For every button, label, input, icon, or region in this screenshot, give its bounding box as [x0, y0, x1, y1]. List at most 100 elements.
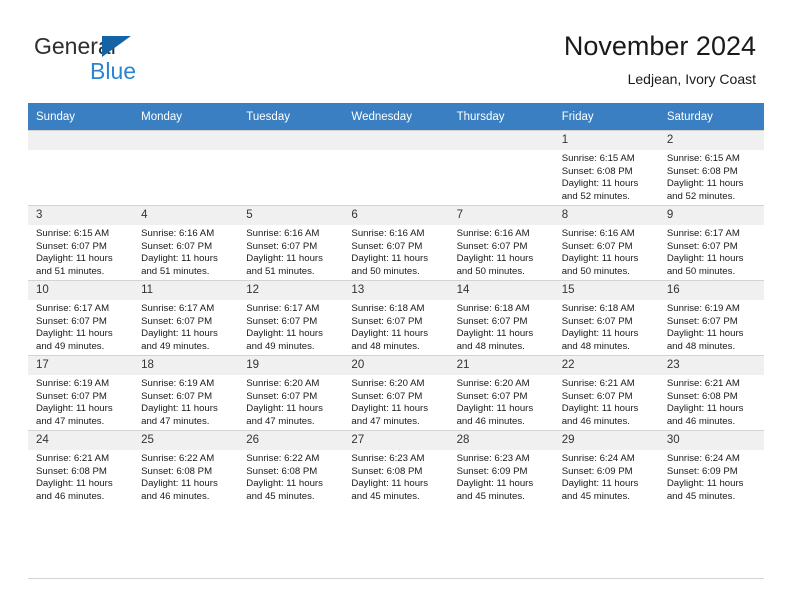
- calendar-day-cell[interactable]: 16 Sunrise: 6:19 AM Sunset: 6:07 PM Dayligh…: [658, 280, 764, 355]
- daylight-text: Daylight: 11 hours and 47 minutes.: [36, 403, 113, 427]
- calendar-day-cell[interactable]: 12 Sunrise: 6:17 AM Sunset: 6:07 PM Dayligh…: [238, 280, 344, 355]
- day-number: 6: [343, 206, 449, 225]
- brand-name-secondary: Blue: [90, 58, 137, 84]
- day-details: Sunrise: 6:16 AM Sunset: 6:07 PM Daylight:…: [554, 225, 659, 278]
- calendar-day-cell[interactable]: 8 Sunrise: 6:16 AM Sunset: 6:07 PM Daylight…: [553, 205, 659, 280]
- calendar-cell-empty: [448, 130, 554, 205]
- calendar-cell-inner: 18 Sunrise: 6:19 AM Sunset: 6:07 PM Dayligh…: [133, 355, 239, 430]
- day-details: Sunrise: 6:21 AM Sunset: 6:08 PM Daylight:…: [659, 375, 764, 428]
- sunset-text: Sunset: 6:08 PM: [666, 165, 738, 177]
- weekday-header-wednesday: Wednesday: [343, 103, 449, 130]
- day-number: 20: [343, 356, 449, 375]
- daylight-text: Daylight: 11 hours and 47 minutes.: [351, 403, 429, 427]
- sunrise-text: Sunrise: 6:24 AM: [666, 453, 740, 464]
- calendar-day-cell[interactable]: 19 Sunrise: 6:20 AM Sunset: 6:07 PM Dayligh…: [238, 355, 344, 430]
- calendar-day-cell[interactable]: 10 Sunrise: 6:17 AM Sunset: 6:07 PM Dayligh…: [28, 280, 134, 355]
- sunrise-text: Sunrise: 6:20 AM: [351, 378, 425, 389]
- brand-logo[interactable]: General Blue: [34, 34, 234, 86]
- calendar-cell-inner: 17 Sunrise: 6:19 AM Sunset: 6:07 PM Dayligh…: [28, 355, 134, 430]
- day-details: Sunrise: 6:18 AM Sunset: 6:07 PM Daylight:…: [449, 300, 554, 353]
- day-details: Sunrise: 6:18 AM Sunset: 6:07 PM Daylight:…: [554, 300, 659, 353]
- day-details: Sunrise: 6:22 AM Sunset: 6:08 PM Daylight:…: [238, 450, 343, 503]
- calendar-day-cell[interactable]: 7 Sunrise: 6:16 AM Sunset: 6:07 PM Daylight…: [448, 205, 554, 280]
- daylight-text: Daylight: 11 hours and 48 minutes.: [561, 328, 639, 352]
- calendar-day-cell[interactable]: 11 Sunrise: 6:17 AM Sunset: 6:07 PM Dayligh…: [133, 280, 239, 355]
- daylight-text: Daylight: 11 hours and 50 minutes.: [561, 253, 639, 277]
- daylight-text: Daylight: 11 hours and 52 minutes.: [666, 178, 744, 202]
- weekday-header-tuesday: Tuesday: [238, 103, 344, 130]
- calendar-day-cell[interactable]: 24 Sunrise: 6:21 AM Sunset: 6:08 PM Dayligh…: [28, 430, 134, 505]
- weekday-header-thursday: Thursday: [448, 103, 554, 130]
- calendar-cell-inner: [133, 130, 239, 205]
- sunrise-text: Sunrise: 6:21 AM: [561, 378, 635, 389]
- calendar-day-cell[interactable]: 14 Sunrise: 6:18 AM Sunset: 6:07 PM Dayligh…: [448, 280, 554, 355]
- day-number: 11: [133, 281, 239, 300]
- calendar-day-cell[interactable]: 27 Sunrise: 6:23 AM Sunset: 6:08 PM Dayligh…: [343, 430, 449, 505]
- calendar-cell-inner: [343, 130, 449, 205]
- calendar-day-cell[interactable]: 25 Sunrise: 6:22 AM Sunset: 6:08 PM Dayligh…: [133, 430, 239, 505]
- calendar-day-cell[interactable]: 6 Sunrise: 6:16 AM Sunset: 6:07 PM Daylight…: [343, 205, 449, 280]
- calendar-table: Sunday Monday Tuesday Wednesday Thursday…: [28, 103, 764, 505]
- daylight-text: Daylight: 11 hours and 45 minutes.: [666, 478, 744, 502]
- daylight-text: Daylight: 11 hours and 51 minutes.: [246, 253, 323, 277]
- sunrise-text: Sunrise: 6:18 AM: [456, 303, 530, 314]
- calendar-day-cell[interactable]: 4 Sunrise: 6:16 AM Sunset: 6:07 PM Daylight…: [133, 205, 239, 280]
- daylight-text: Daylight: 11 hours and 51 minutes.: [36, 253, 113, 277]
- day-number: 19: [238, 356, 344, 375]
- sunset-text: Sunset: 6:07 PM: [561, 390, 633, 402]
- calendar-day-cell[interactable]: 13 Sunrise: 6:18 AM Sunset: 6:07 PM Dayligh…: [343, 280, 449, 355]
- sunrise-text: Sunrise: 6:16 AM: [246, 228, 320, 239]
- daylight-text: Daylight: 11 hours and 47 minutes.: [246, 403, 323, 427]
- day-number: 8: [553, 206, 659, 225]
- calendar-day-cell[interactable]: 30 Sunrise: 6:24 AM Sunset: 6:09 PM Dayligh…: [658, 430, 764, 505]
- calendar-day-cell[interactable]: 2 Sunrise: 6:15 AM Sunset: 6:08 PM Daylight…: [658, 130, 764, 205]
- calendar-day-cell[interactable]: 20 Sunrise: 6:20 AM Sunset: 6:07 PM Dayligh…: [343, 355, 449, 430]
- sunrise-text: Sunrise: 6:16 AM: [351, 228, 425, 239]
- calendar-day-cell[interactable]: 29 Sunrise: 6:24 AM Sunset: 6:09 PM Dayligh…: [553, 430, 659, 505]
- daylight-text: Daylight: 11 hours and 45 minutes.: [246, 478, 323, 502]
- calendar-cell-inner: [238, 130, 344, 205]
- sunrise-text: Sunrise: 6:17 AM: [141, 303, 215, 314]
- calendar-day-cell[interactable]: 23 Sunrise: 6:21 AM Sunset: 6:08 PM Dayligh…: [658, 355, 764, 430]
- calendar-cell-inner: 4 Sunrise: 6:16 AM Sunset: 6:07 PM Daylight…: [133, 205, 239, 280]
- sunrise-text: Sunrise: 6:16 AM: [561, 228, 635, 239]
- calendar-cell-empty: [28, 130, 134, 205]
- calendar-week-row: 10 Sunrise: 6:17 AM Sunset: 6:07 PM Dayligh…: [28, 280, 764, 355]
- calendar-day-cell[interactable]: 17 Sunrise: 6:19 AM Sunset: 6:07 PM Dayligh…: [28, 355, 134, 430]
- sunrise-text: Sunrise: 6:23 AM: [456, 453, 530, 464]
- calendar-day-cell[interactable]: 9 Sunrise: 6:17 AM Sunset: 6:07 PM Daylight…: [658, 205, 764, 280]
- day-details: Sunrise: 6:15 AM Sunset: 6:07 PM Daylight:…: [28, 225, 133, 278]
- calendar-day-cell[interactable]: 26 Sunrise: 6:22 AM Sunset: 6:08 PM Dayligh…: [238, 430, 344, 505]
- sunset-text: Sunset: 6:07 PM: [141, 240, 213, 252]
- calendar-day-cell[interactable]: 1 Sunrise: 6:15 AM Sunset: 6:08 PM Daylight…: [553, 130, 659, 205]
- calendar-day-cell[interactable]: 5 Sunrise: 6:16 AM Sunset: 6:07 PM Daylight…: [238, 205, 344, 280]
- day-details: Sunrise: 6:16 AM Sunset: 6:07 PM Daylight:…: [449, 225, 554, 278]
- day-details: Sunrise: 6:19 AM Sunset: 6:07 PM Daylight:…: [659, 300, 764, 353]
- calendar-cell-inner: 5 Sunrise: 6:16 AM Sunset: 6:07 PM Daylight…: [238, 205, 344, 280]
- title-block: November 2024 Ledjean, Ivory Coast: [564, 30, 756, 89]
- calendar-day-cell[interactable]: 15 Sunrise: 6:18 AM Sunset: 6:07 PM Dayligh…: [553, 280, 659, 355]
- sunset-text: Sunset: 6:07 PM: [36, 315, 107, 327]
- calendar-cell-inner: 11 Sunrise: 6:17 AM Sunset: 6:07 PM Dayligh…: [133, 280, 239, 355]
- calendar-day-cell[interactable]: 18 Sunrise: 6:19 AM Sunset: 6:07 PM Dayligh…: [133, 355, 239, 430]
- daylight-text: Daylight: 11 hours and 46 minutes.: [666, 403, 744, 427]
- day-details: Sunrise: 6:16 AM Sunset: 6:07 PM Daylight:…: [133, 225, 238, 278]
- calendar-day-cell[interactable]: 22 Sunrise: 6:21 AM Sunset: 6:07 PM Dayligh…: [553, 355, 659, 430]
- sunrise-text: Sunrise: 6:17 AM: [246, 303, 320, 314]
- calendar-week-row: 24 Sunrise: 6:21 AM Sunset: 6:08 PM Dayligh…: [28, 430, 764, 505]
- sunset-text: Sunset: 6:07 PM: [246, 315, 318, 327]
- day-number: 3: [28, 206, 134, 225]
- calendar-cell-inner: 14 Sunrise: 6:18 AM Sunset: 6:07 PM Dayligh…: [448, 280, 554, 355]
- sunset-text: Sunset: 6:08 PM: [141, 465, 213, 477]
- page-subtitle: Ledjean, Ivory Coast: [627, 71, 756, 87]
- sunset-text: Sunset: 6:07 PM: [561, 315, 633, 327]
- calendar-week-row: 1 Sunrise: 6:15 AM Sunset: 6:08 PM Daylight…: [28, 130, 764, 205]
- calendar-day-cell[interactable]: 28 Sunrise: 6:23 AM Sunset: 6:09 PM Dayligh…: [448, 430, 554, 505]
- calendar-cell-inner: 25 Sunrise: 6:22 AM Sunset: 6:08 PM Dayligh…: [133, 430, 239, 505]
- day-details: Sunrise: 6:23 AM Sunset: 6:08 PM Daylight:…: [343, 450, 448, 503]
- calendar-week-row: 17 Sunrise: 6:19 AM Sunset: 6:07 PM Dayligh…: [28, 355, 764, 430]
- sunset-text: Sunset: 6:08 PM: [351, 465, 423, 477]
- calendar-day-cell[interactable]: 3 Sunrise: 6:15 AM Sunset: 6:07 PM Daylight…: [28, 205, 134, 280]
- calendar-bottom-rule: [28, 578, 764, 579]
- calendar-day-cell[interactable]: 21 Sunrise: 6:20 AM Sunset: 6:07 PM Dayligh…: [448, 355, 554, 430]
